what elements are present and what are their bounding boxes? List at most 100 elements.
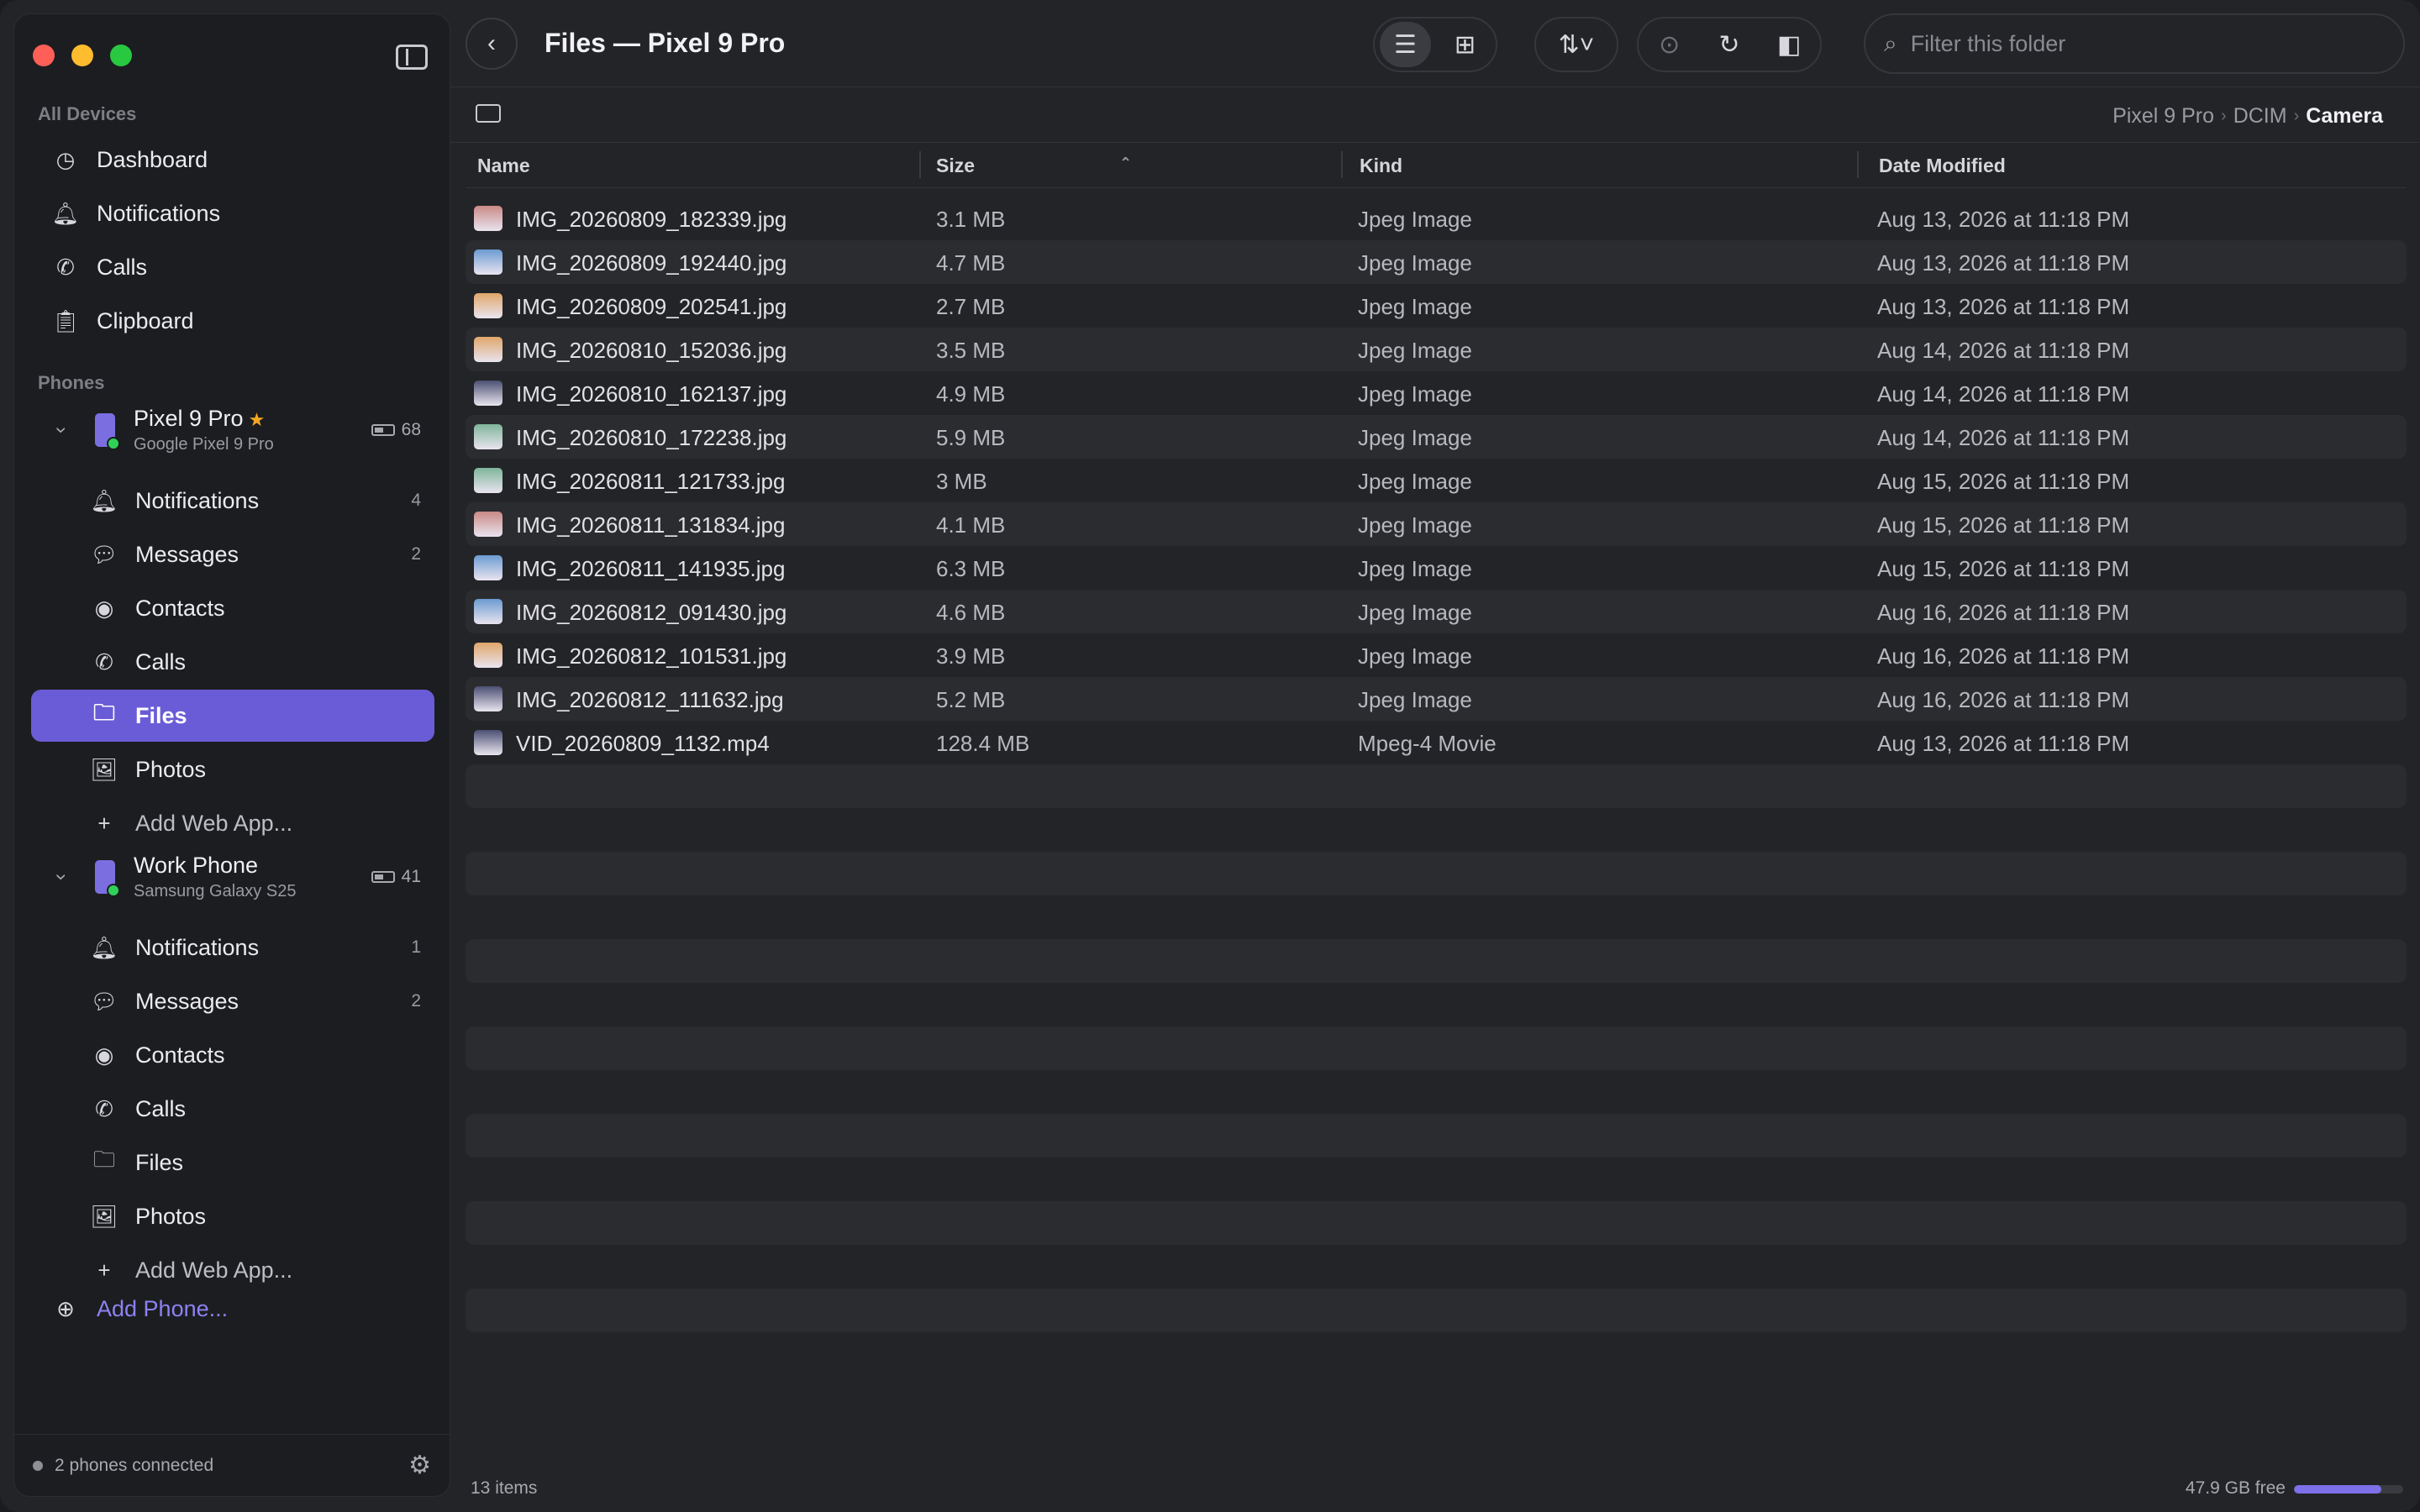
column-divider[interactable] [1857,151,1859,178]
column-header-size[interactable]: Size [936,155,975,177]
breadcrumb-item[interactable]: Pixel 9 Pro [2112,104,2214,129]
file-kind: Jpeg Image [1358,250,1472,276]
file-size: 4.1 MB [936,512,1006,538]
folder-icon [476,104,501,123]
column-header-name[interactable]: Name [477,155,530,177]
sidebar-item-phone1-contacts[interactable]: ◉ Contacts [31,582,434,634]
sidebar-item-phone2-messages[interactable]: 💬︎ Messages 2 [31,975,434,1027]
bell-icon: 🔔︎ [90,934,118,960]
battery-level: 41 [401,867,421,886]
contact-icon: ◉ [94,595,114,621]
search-field[interactable]: ⌕ [1864,13,2405,74]
file-name: IMG_20260812_111632.jpg [516,687,784,712]
list-view-button[interactable]: ☰ [1380,22,1431,67]
phone-icon: ✆ [95,648,113,675]
image-thumbnail-icon [474,468,502,493]
sidebar-item-label: Add Web App... [135,1257,293,1283]
table-row[interactable]: IMG_20260809_182339.jpg 3.1 MB Jpeg Image A… [466,197,2407,240]
image-thumbnail-icon [474,643,502,668]
message-bubble-icon: 💬︎ [90,541,118,567]
sidebar-item-dashboard[interactable]: ◷ Dashboard [31,134,434,186]
table-row[interactable]: IMG_20260811_141935.jpg 6.3 MB Jpeg Image A… [466,546,2407,590]
phone-work-phone[interactable]: › Work Phone Samsung Galaxy S25 41 [31,848,434,906]
file-kind: Jpeg Image [1358,512,1472,538]
status-bar: 13 items 47.9 GB free [450,1467,2420,1512]
table-row[interactable]: IMG_20260812_091430.jpg 4.6 MB Jpeg Image A… [466,590,2407,633]
battery-level: 68 [401,420,421,439]
sidebar-item-phone2-files[interactable]: 🗀 Files [31,1137,434,1189]
path-bar: Pixel 9 Pro › DCIM › Camera [450,87,2420,143]
download-button[interactable]: ⊙ [1644,22,1695,67]
table-row[interactable]: IMG_20260812_111632.jpg 5.2 MB Jpeg Image A… [466,677,2407,721]
table-row[interactable]: IMG_20260810_152036.jpg 3.5 MB Jpeg Image A… [466,328,2407,371]
phone-name: Pixel 9 Pro [134,406,244,431]
file-name: IMG_20260810_172238.jpg [516,425,787,450]
inspector-toggle-button[interactable]: ◧ [1764,22,1815,67]
search-input[interactable] [1910,30,2365,57]
page-title: Files — Pixel 9 Pro [544,28,786,58]
phone-pixel-9-pro[interactable]: › Pixel 9 Pro ★ Google Pixel 9 Pro 68 [31,401,434,459]
table-row[interactable]: IMG_20260809_202541.jpg 2.7 MB Jpeg Image A… [466,284,2407,328]
sort-button[interactable]: ⇅˅ [1541,22,1612,67]
file-size: 3.1 MB [936,207,1006,232]
sidebar-item-clipboard[interactable]: 📋︎ Clipboard [31,295,434,347]
chevron-left-icon: ‹ [487,29,496,57]
file-date: Aug 16, 2026 at 11:18 PM [1877,643,2130,669]
sidebar-item-phone1-files[interactable]: 🗀 Files [31,690,434,742]
table-row[interactable]: IMG_20260810_172238.jpg 5.9 MB Jpeg Image A… [466,415,2407,459]
sidebar-item-phone1-add-web-app[interactable]: + Add Web App... [31,797,434,849]
photos-icon: 🖼︎ [90,756,118,782]
chevron-down-icon[interactable]: › [50,860,73,894]
file-date: Aug 13, 2026 at 11:18 PM [1877,250,2130,276]
table-row[interactable]: VID_20260809_1132.mp4 128.4 MB Mpeg-4 Movi… [466,721,2407,764]
sidebar-item-phone1-calls[interactable]: ✆ Calls [31,636,434,688]
empty-row [466,1070,2407,1114]
file-size: 2.7 MB [936,294,1006,319]
column-divider[interactable] [1341,151,1343,178]
close-window-button[interactable] [33,45,55,66]
phone-device-icon [95,860,120,897]
column-header-kind[interactable]: Kind [1360,155,1402,177]
file-name: IMG_20260811_131834.jpg [516,512,786,538]
back-button[interactable]: ‹ [466,18,518,70]
sidebar-item-label: Contacts [135,1042,225,1068]
sidebar-item-label: Notifications [135,487,260,513]
empty-row [466,852,2407,895]
refresh-button[interactable]: ↻ [1703,22,1754,67]
sort-control: ⇅˅ [1534,17,1618,72]
column-header-date[interactable]: Date Modified [1879,155,2006,177]
sidebar-item-phone1-messages[interactable]: 💬︎ Messages 2 [31,528,434,580]
sidebar-item-phone2-contacts[interactable]: ◉ Contacts [31,1029,434,1081]
table-row[interactable]: IMG_20260812_101531.jpg 3.9 MB Jpeg Image A… [466,633,2407,677]
sidebar-item-phone1-photos[interactable]: 🖼︎ Photos [31,743,434,795]
breadcrumb: Pixel 9 Pro › DCIM › Camera [2112,104,2383,129]
battery-indicator: 41 [371,867,421,887]
count-badge: 2 [411,991,421,1011]
column-divider[interactable] [919,151,921,178]
sidebar-item-notifications[interactable]: 🔔︎ Notifications [31,187,434,239]
add-phone-button[interactable]: ⊕ Add Phone... [31,1283,434,1335]
sidebar-toggle-icon[interactable] [396,45,428,70]
file-kind: Jpeg Image [1358,600,1472,625]
sidebar-item-phone2-photos[interactable]: 🖼︎ Photos [31,1190,434,1242]
table-row[interactable]: IMG_20260809_192440.jpg 4.7 MB Jpeg Image A… [466,240,2407,284]
chevron-down-icon[interactable]: › [50,413,73,447]
sidebar-item-phone1-notifications[interactable]: 🔔︎ Notifications 4 [31,475,434,527]
file-size: 3 MB [936,469,987,494]
empty-row [466,1114,2407,1158]
image-thumbnail-icon [474,424,502,449]
table-row[interactable]: IMG_20260811_131834.jpg 4.1 MB Jpeg Image A… [466,502,2407,546]
table-row[interactable]: IMG_20260811_121733.jpg 3 MB Jpeg Image Aug… [466,459,2407,502]
breadcrumb-item[interactable]: DCIM [2233,104,2287,129]
gear-icon[interactable]: ⚙ [408,1451,431,1480]
table-row[interactable]: IMG_20260810_162137.jpg 4.9 MB Jpeg Image A… [466,371,2407,415]
file-date: Aug 14, 2026 at 11:18 PM [1877,338,2130,363]
minimize-window-button[interactable] [71,45,93,66]
clipboard-icon: 📋︎ [51,307,80,333]
sidebar-item-phone2-calls[interactable]: ✆ Calls [31,1083,434,1135]
grid-view-button[interactable]: ⊞ [1439,22,1491,67]
sidebar-item-phone2-notifications[interactable]: 🔔︎ Notifications 1 [31,921,434,974]
sidebar-item-calls[interactable]: ✆ Calls [31,241,434,293]
zoom-window-button[interactable] [110,45,132,66]
file-date: Aug 13, 2026 at 11:18 PM [1877,731,2130,756]
